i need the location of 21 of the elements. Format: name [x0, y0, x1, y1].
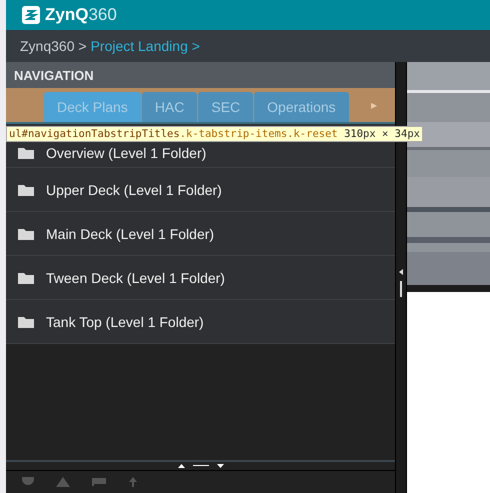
- navigation-title: NAVIGATION: [6, 62, 395, 88]
- collapse-arrow-icon: [399, 269, 403, 275]
- up-arrow-icon: [178, 464, 184, 468]
- folder-row[interactable]: Upper Deck (Level 1 Folder): [6, 168, 395, 212]
- folder-row[interactable]: Tween Deck (Level 1 Folder): [6, 256, 395, 300]
- folder-icon: [18, 316, 34, 328]
- app-logo: ZynQ360: [45, 5, 117, 25]
- flag-icon[interactable]: [92, 478, 106, 486]
- folder-icon: [18, 228, 34, 240]
- warning-icon[interactable]: [56, 477, 70, 487]
- breadcrumb-item: Zynq360 >: [20, 38, 87, 54]
- pin-icon[interactable]: [128, 477, 138, 487]
- resize-handle-icon: [400, 281, 402, 297]
- folder-icon: [18, 272, 34, 284]
- down-arrow-icon: [216, 464, 224, 468]
- folder-icon: [18, 184, 34, 196]
- folder-icon: [18, 146, 34, 158]
- inspector-tooltip: ul#navigationTabstripTitles.k-tabstrip-items.k-reset 310px × 34px: [6, 126, 423, 142]
- breadcrumb-link[interactable]: Project Landing >: [90, 38, 200, 54]
- folder-row[interactable]: Main Deck (Level 1 Folder): [6, 212, 395, 256]
- logo-icon: [22, 6, 40, 24]
